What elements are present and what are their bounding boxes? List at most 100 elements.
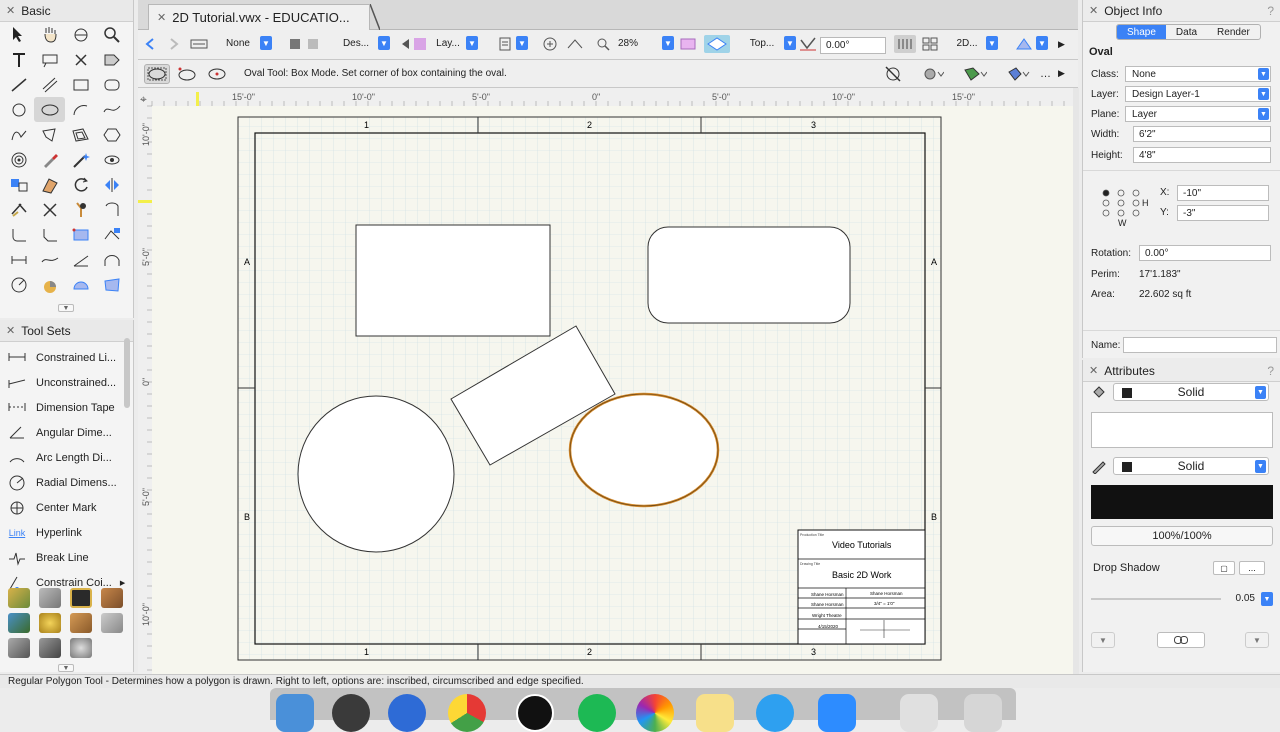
polygon-tool-icon[interactable]: [34, 122, 65, 147]
design-layer-dropdown[interactable]: Des... ▼: [338, 34, 390, 52]
poly-area-tool-icon[interactable]: [96, 272, 127, 297]
tab-render[interactable]: Render: [1207, 25, 1260, 39]
layer-visibility-icon[interactable]: [400, 34, 428, 54]
standard-view-dropdown[interactable]: Top... ▼: [744, 34, 796, 52]
pen-style-dropdown[interactable]: Solid ▼: [1113, 457, 1269, 475]
forward-icon[interactable]: [166, 34, 182, 54]
snap-grid-icon[interactable]: [880, 64, 906, 84]
zoom-tool-icon[interactable]: [96, 22, 127, 47]
drawing-area[interactable]: 15'-0" 10'-0" 5'-0" 0" 5'-0" 10'-0" 15'-…: [138, 88, 1078, 674]
clip-tool-icon[interactable]: [96, 197, 127, 222]
drawing-canvas[interactable]: 15'-0" 10'-0" 5'-0" 0" 5'-0" 10'-0" 15'-…: [138, 88, 1078, 674]
oval-box-mode-icon[interactable]: [144, 64, 170, 84]
vertical-scrollbar[interactable]: [1073, 88, 1079, 674]
line-weight-slider[interactable]: [1091, 598, 1221, 600]
drop-shadow-options-button[interactable]: ...: [1239, 561, 1265, 575]
vectorworks-icon[interactable]: [516, 694, 554, 732]
close-icon[interactable]: ✕: [1089, 4, 1098, 17]
help-icon[interactable]: ?: [1267, 4, 1274, 18]
callout-tool-icon[interactable]: [34, 47, 65, 72]
notes-icon[interactable]: [696, 694, 734, 732]
oval-corner-mode-icon[interactable]: [174, 64, 200, 84]
pen-preview[interactable]: [1091, 485, 1273, 519]
protractor-tool-icon[interactable]: [3, 272, 34, 297]
launchpad-icon[interactable]: [332, 694, 370, 732]
origin-crosshair-icon[interactable]: ⌖: [140, 92, 147, 106]
rotation-input[interactable]: 0.00°: [1139, 245, 1271, 261]
regular-polygon-tool-icon[interactable]: [96, 122, 127, 147]
printer-icon[interactable]: [900, 694, 938, 732]
connect-tool-icon[interactable]: [3, 172, 34, 197]
trim-tool-icon[interactable]: [3, 197, 34, 222]
toolset-settings-icon[interactable]: [65, 635, 96, 660]
rotation-input[interactable]: 0.00°: [820, 36, 886, 54]
arc-tool-icon[interactable]: [65, 97, 96, 122]
spiral-tool-icon[interactable]: [3, 147, 34, 172]
toolset-objects-icon[interactable]: [65, 610, 96, 635]
wand-tool-icon[interactable]: [65, 147, 96, 172]
double-line-tool-icon[interactable]: [34, 72, 65, 97]
pen-attribute-icon[interactable]: [1006, 64, 1032, 84]
working-plane-icon[interactable]: [704, 34, 730, 54]
layout-icon[interactable]: [922, 34, 938, 54]
trash-icon[interactable]: [964, 694, 1002, 732]
rotate-tool-icon[interactable]: [65, 172, 96, 197]
planar-icon[interactable]: [680, 34, 696, 54]
tag-tool-icon[interactable]: [96, 47, 127, 72]
offset-tool-icon[interactable]: [65, 197, 96, 222]
toolset-lighting-icon[interactable]: [34, 610, 65, 635]
x-input[interactable]: -10": [1177, 185, 1269, 201]
section-tool-icon[interactable]: [96, 247, 127, 272]
polyline-tool-icon[interactable]: [3, 122, 34, 147]
selected-oval-shape[interactable]: [568, 392, 720, 508]
rotate-view-icon[interactable]: [798, 34, 818, 54]
toolset-item[interactable]: Angular Dime...: [0, 420, 133, 445]
visibility-tool-icon[interactable]: [96, 147, 127, 172]
pie-tool-icon[interactable]: [34, 272, 65, 297]
render-mode-dropdown[interactable]: 2D... ▼: [952, 34, 998, 52]
opacity-button[interactable]: 100%/100%: [1091, 526, 1273, 546]
palette-expand-icon[interactable]: ▼: [58, 664, 74, 672]
toolset-item[interactable]: Constrained Li...: [0, 345, 133, 370]
toolset-item[interactable]: Break Line: [0, 545, 133, 570]
layer-select[interactable]: Design Layer-1 ▼: [1125, 86, 1271, 102]
layer-options-icon-2[interactable]: [306, 34, 320, 54]
eyedropper-tool-icon[interactable]: [34, 147, 65, 172]
more-options-icon[interactable]: …: [1040, 68, 1051, 80]
toolset-furniture-icon[interactable]: [96, 585, 127, 610]
spotify-icon[interactable]: [578, 694, 616, 732]
fill-attribute-icon[interactable]: [962, 64, 988, 84]
delete-tool-icon[interactable]: [65, 47, 96, 72]
toolset-machine-icon[interactable]: [96, 610, 127, 635]
more-right-icon[interactable]: ▶: [1058, 68, 1065, 79]
rectangle-tool-icon[interactable]: [65, 72, 96, 97]
document-tab[interactable]: ✕ 2D Tutorial.vwx - EDUCATIO...: [148, 4, 370, 30]
class-select[interactable]: None ▼: [1125, 66, 1271, 82]
projection-dropdown[interactable]: ▼: [1036, 34, 1048, 52]
double-polygon-tool-icon[interactable]: [65, 122, 96, 147]
tab-shape[interactable]: Shape: [1117, 25, 1166, 39]
toolset-scrollbar[interactable]: [124, 338, 130, 408]
mirror-tool-icon[interactable]: [96, 172, 127, 197]
chevron-down-icon[interactable]: ▼: [1261, 592, 1273, 606]
drop-shadow-checkbox[interactable]: ▢: [1213, 561, 1235, 575]
projection-icon[interactable]: [1014, 34, 1034, 54]
zoom-app-icon[interactable]: [818, 694, 856, 732]
rotation-field[interactable]: 0.00°: [820, 35, 886, 55]
toolset-site-icon[interactable]: [65, 585, 96, 610]
active-class-dropdown[interactable]: None ▼: [220, 34, 272, 52]
circle-shape[interactable]: [297, 395, 455, 553]
sheet-dropdown[interactable]: ▼: [516, 34, 528, 52]
attribute-tool-icon[interactable]: [34, 172, 65, 197]
oval-tool-icon[interactable]: [34, 97, 65, 122]
attribute-mapping-icon[interactable]: [1157, 632, 1205, 648]
toolset-item[interactable]: Link Hyperlink: [0, 520, 133, 545]
toolset-rigging-icon[interactable]: [34, 635, 65, 660]
toolset-item[interactable]: Dimension Tape: [0, 395, 133, 420]
fit-to-window-icon[interactable]: [542, 34, 558, 54]
text-tool-icon[interactable]: [3, 47, 34, 72]
line-tool-icon[interactable]: [3, 72, 34, 97]
rectangle-shape[interactable]: [355, 224, 551, 337]
tab-data[interactable]: Data: [1166, 25, 1207, 39]
close-icon[interactable]: ✕: [6, 324, 15, 337]
